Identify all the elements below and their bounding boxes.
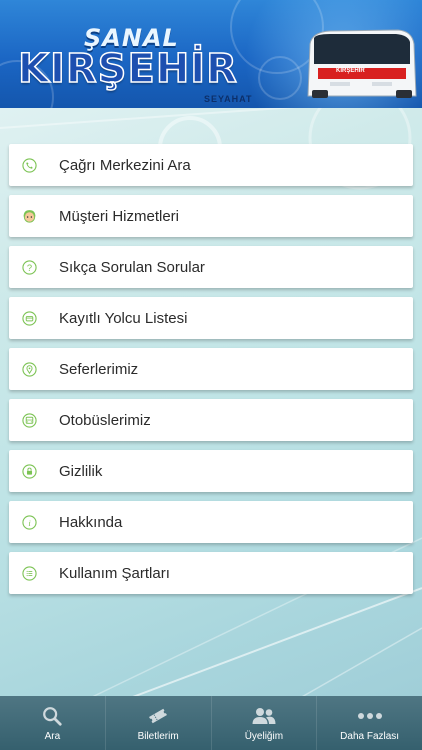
bus-image bbox=[307, 29, 417, 98]
search-icon bbox=[43, 706, 62, 726]
tab-label: Ara bbox=[44, 730, 61, 742]
card-icon bbox=[22, 310, 37, 326]
tab-tickets[interactable]: Biletlerim bbox=[106, 696, 212, 750]
menu-item-passenger-list[interactable]: Kayıtlı Yolcu Listesi bbox=[9, 297, 413, 339]
logo-main-text: KIRŞEHİR bbox=[17, 45, 238, 93]
brand-logo: ŞANAL KIRŞEHİR SEYAHAT bbox=[14, 18, 254, 104]
tab-more[interactable]: Daha Fazlası bbox=[317, 696, 422, 750]
tab-membership[interactable]: Üyeliğim bbox=[212, 696, 318, 750]
menu-item-terms[interactable]: Kullanım Şartları bbox=[9, 552, 413, 594]
question-icon: ? bbox=[22, 259, 37, 275]
users-icon bbox=[252, 707, 276, 724]
main-menu: Çağrı Merkezini Ara Müşteri Hizmetleri ?… bbox=[9, 144, 413, 603]
tab-label: Daha Fazlası bbox=[340, 730, 400, 742]
menu-item-label: Müşteri Hizmetleri bbox=[59, 207, 180, 225]
menu-item-about[interactable]: i Hakkında bbox=[9, 501, 413, 543]
tab-label: Biletlerim bbox=[137, 730, 179, 742]
svg-text:i: i bbox=[28, 517, 31, 527]
menu-item-label: Çağrı Merkezini Ara bbox=[59, 156, 191, 174]
lock-icon bbox=[22, 463, 37, 479]
bus-icon bbox=[22, 412, 37, 428]
menu-item-routes[interactable]: Seferlerimiz bbox=[9, 348, 413, 390]
menu-item-label: Hakkında bbox=[59, 513, 123, 531]
logo-sub-text: SEYAHAT bbox=[204, 94, 253, 104]
menu-item-label: Sıkça Sorulan Sorular bbox=[59, 258, 205, 276]
menu-item-faq[interactable]: ? Sıkça Sorulan Sorular bbox=[9, 246, 413, 288]
menu-item-label: Seferlerimiz bbox=[59, 360, 139, 378]
app-header: ŞANAL KIRŞEHİR SEYAHAT KIRŞEHİR bbox=[0, 0, 422, 108]
info-icon: i bbox=[22, 514, 37, 530]
list-icon bbox=[22, 565, 37, 581]
ticket-icon bbox=[149, 708, 168, 723]
svg-text:?: ? bbox=[27, 262, 32, 272]
bottom-tab-bar: Ara Biletlerim Üyeliğim Daha Fazlası bbox=[0, 696, 422, 750]
header-decoration bbox=[258, 56, 302, 100]
tab-search[interactable]: Ara bbox=[0, 696, 106, 750]
menu-item-label: Gizlilik bbox=[59, 462, 103, 480]
menu-item-privacy[interactable]: Gizlilik bbox=[9, 450, 413, 492]
menu-item-buses[interactable]: Otobüslerimiz bbox=[9, 399, 413, 441]
menu-item-customer-service[interactable]: Müşteri Hizmetleri bbox=[9, 195, 413, 237]
menu-item-call-center[interactable]: Çağrı Merkezini Ara bbox=[9, 144, 413, 186]
menu-item-label: Otobüslerimiz bbox=[59, 411, 151, 429]
menu-item-label: Kayıtlı Yolcu Listesi bbox=[59, 309, 188, 327]
bus-sign: KIRŞEHİR bbox=[336, 68, 365, 74]
location-pin-icon bbox=[22, 361, 37, 377]
customer-service-icon bbox=[22, 209, 37, 224]
tab-label: Üyeliğim bbox=[244, 730, 284, 742]
menu-item-label: Kullanım Şartları bbox=[59, 564, 170, 582]
more-icon bbox=[357, 712, 382, 719]
phone-icon bbox=[22, 157, 37, 173]
